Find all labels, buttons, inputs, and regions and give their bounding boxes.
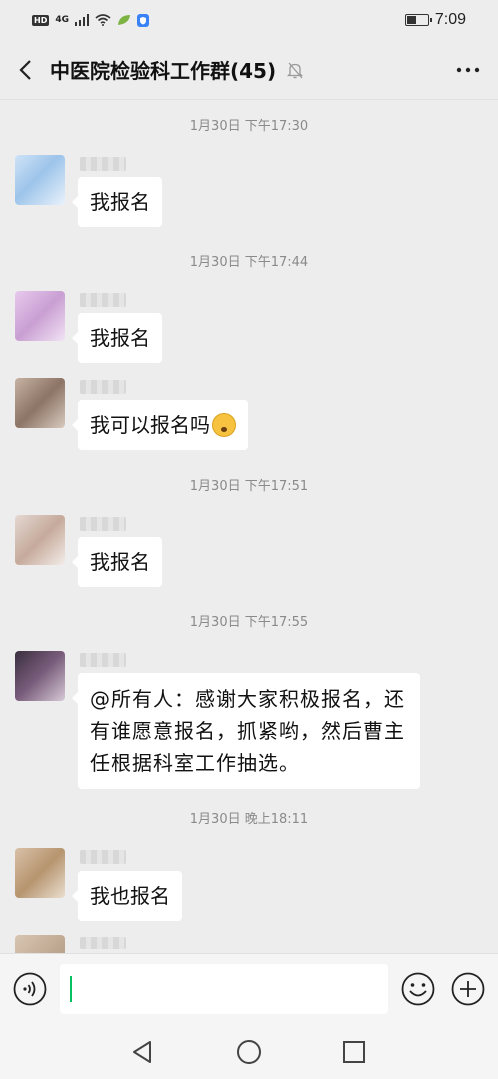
timestamp: 1月30日 下午17:30 bbox=[189, 119, 309, 134]
avatar[interactable] bbox=[15, 291, 65, 341]
sender-name-blurred bbox=[80, 653, 126, 667]
voice-icon bbox=[13, 972, 47, 1006]
message-text: 我可以报名吗 bbox=[90, 413, 210, 437]
battery-icon bbox=[404, 14, 432, 26]
avatar[interactable] bbox=[15, 515, 65, 565]
more-horizontal-icon bbox=[456, 67, 480, 72]
message-input[interactable] bbox=[60, 964, 388, 1014]
status-bar: HD 4G 7:09 bbox=[0, 0, 498, 40]
sender-name-blurred bbox=[80, 380, 126, 394]
clock: 7:09 bbox=[434, 11, 466, 28]
system-nav-bar bbox=[0, 1025, 498, 1079]
avatar[interactable] bbox=[15, 155, 65, 205]
timestamp: 1月30日 下午17:55 bbox=[189, 615, 309, 630]
sender-name-blurred bbox=[80, 937, 126, 949]
leaf-app-icon bbox=[118, 15, 130, 25]
hd-badge: HD bbox=[32, 14, 50, 26]
circle-home-icon bbox=[237, 1040, 261, 1064]
nav-recents-button[interactable] bbox=[339, 1037, 369, 1067]
wifi-icon bbox=[95, 14, 111, 26]
plus-circle-icon bbox=[451, 972, 485, 1006]
chat-header: 中医院检验科工作群(45) bbox=[0, 40, 498, 100]
avatar[interactable] bbox=[15, 378, 65, 428]
chevron-left-icon bbox=[19, 59, 31, 80]
message-bubble[interactable]: @所有人：感谢大家积极报名，还有谁愿意报名，抓紧哟，然后曹主任根据科室工作抽选。 bbox=[72, 673, 420, 789]
text-cursor bbox=[70, 976, 72, 1002]
chat-title[interactable]: 中医院检验科工作群(45) bbox=[50, 55, 276, 84]
square-recents-icon bbox=[343, 1041, 365, 1063]
nav-home-button[interactable] bbox=[234, 1037, 264, 1067]
timestamp: 1月30日 晚上18:11 bbox=[189, 812, 309, 827]
sender-name-blurred bbox=[80, 517, 126, 531]
back-button[interactable] bbox=[0, 40, 50, 100]
input-bar bbox=[0, 953, 498, 1025]
nav-back-button[interactable] bbox=[127, 1037, 157, 1067]
voice-button[interactable] bbox=[13, 972, 47, 1006]
signal-icon bbox=[75, 14, 89, 26]
crying-face-emoji bbox=[212, 412, 236, 437]
more-button[interactable] bbox=[438, 40, 498, 100]
sender-name-blurred bbox=[80, 293, 126, 307]
message-bubble[interactable]: 我报名 bbox=[72, 537, 162, 587]
triangle-back-icon bbox=[133, 1041, 151, 1063]
avatar-partial[interactable] bbox=[15, 935, 65, 953]
shield-app-icon bbox=[137, 13, 149, 27]
message-bubble[interactable]: 我报名 bbox=[72, 177, 162, 227]
sender-name-blurred bbox=[80, 850, 126, 864]
message-bubble[interactable]: 我也报名 bbox=[72, 871, 182, 921]
avatar[interactable] bbox=[15, 651, 65, 701]
timestamp: 1月30日 下午17:51 bbox=[189, 479, 309, 494]
sender-name-blurred bbox=[80, 157, 126, 171]
network-type: 4G bbox=[55, 15, 69, 25]
message-bubble[interactable]: 我报名 bbox=[72, 313, 162, 363]
bell-off-icon bbox=[286, 60, 306, 80]
message-bubble[interactable]: 我可以报名吗 bbox=[72, 400, 248, 450]
avatar[interactable] bbox=[15, 848, 65, 898]
timestamp: 1月30日 下午17:44 bbox=[189, 255, 309, 270]
plus-button[interactable] bbox=[451, 972, 485, 1006]
smiley-icon bbox=[401, 972, 435, 1006]
emoji-button[interactable] bbox=[401, 972, 435, 1006]
